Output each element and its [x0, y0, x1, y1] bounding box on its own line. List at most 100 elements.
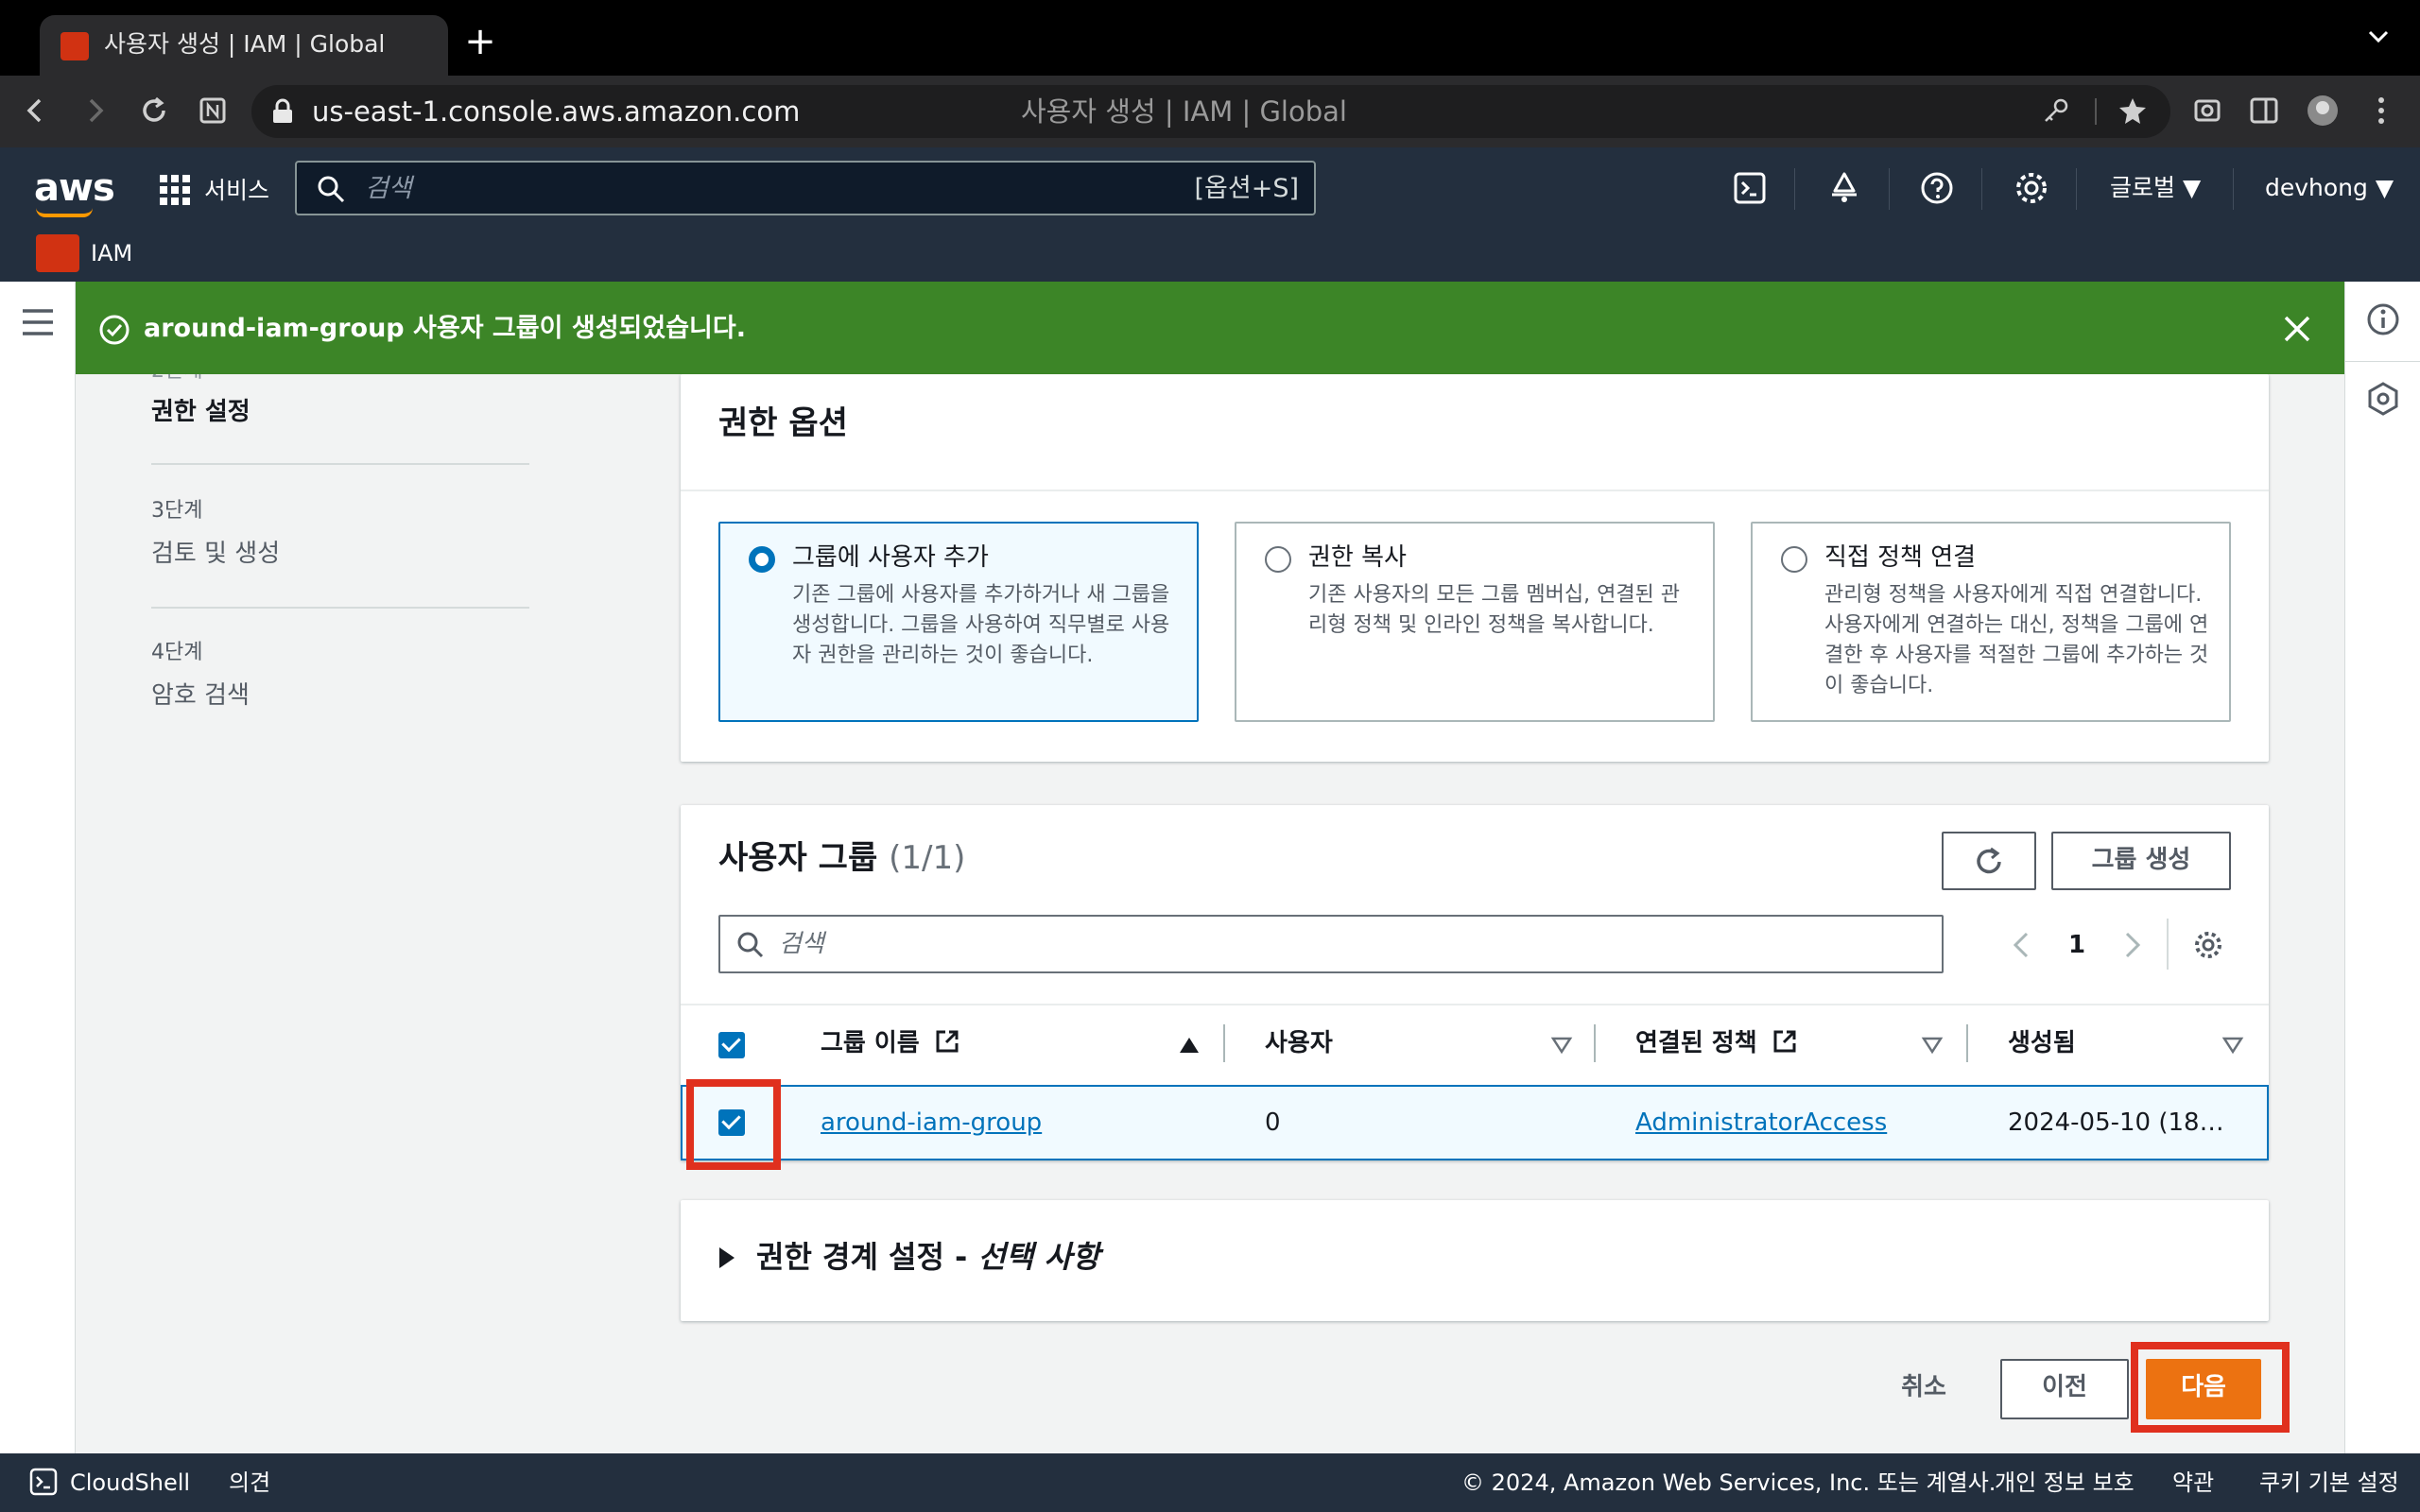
copyright-text: © 2024, Amazon Web Services, Inc. 또는 계열사…	[1461, 1469, 1996, 1496]
permission-options-title: 권한 옵션	[718, 404, 848, 442]
column-separator[interactable]	[1594, 1024, 1596, 1062]
help-question-icon[interactable]	[1915, 166, 1959, 210]
option-attach-policies-title: 직접 정책 연결	[1824, 543, 1977, 572]
radio-add-to-group[interactable]	[749, 546, 775, 573]
cancel-button[interactable]: 취소	[1872, 1361, 1976, 1418]
radio-attach-policies[interactable]	[1781, 546, 1807, 573]
side-panel-icon[interactable]	[2240, 87, 2288, 134]
sort-icon[interactable]	[2221, 1036, 2244, 1055]
panel-header-divider	[681, 490, 2269, 491]
account-menu[interactable]: devhong ▼	[2265, 168, 2394, 208]
group-users-count: 0	[1265, 1108, 1281, 1137]
permissions-boundary-panel[interactable]: 권한 경계 설정 - 선택 사항	[681, 1200, 2269, 1321]
cloudshell-icon[interactable]	[28, 1467, 59, 1497]
column-group-name[interactable]: 그룹 이름	[821, 1024, 960, 1062]
column-separator[interactable]	[1966, 1024, 1968, 1062]
notion-extension-icon[interactable]	[189, 87, 236, 134]
menu-hamburger-icon[interactable]	[19, 306, 57, 338]
settings-gear-icon[interactable]	[2010, 166, 2053, 210]
sort-ascending-icon[interactable]	[1178, 1036, 1201, 1055]
region-selector[interactable]: 글로벌 ▼	[2110, 168, 2201, 208]
profile-avatar[interactable]	[2299, 87, 2346, 134]
iam-service-link[interactable]: IAM	[91, 236, 132, 270]
group-name-link[interactable]: around-iam-group	[821, 1104, 1042, 1142]
hexagon-help-icon[interactable]	[2364, 380, 2402, 418]
success-check-icon	[99, 315, 130, 345]
success-flash-banner: around-iam-group 사용자 그룹이 생성되었습니다.	[76, 282, 2344, 374]
step-divider	[151, 463, 529, 465]
cloudshell-link[interactable]: CloudShell	[70, 1465, 190, 1501]
column-group-name-label: 그룹 이름	[821, 1029, 920, 1057]
back-arrow-icon[interactable]	[11, 87, 59, 134]
column-users[interactable]: 사용자	[1265, 1024, 1333, 1062]
flash-message: around-iam-group 사용자 그룹이 생성되었습니다.	[144, 314, 746, 343]
caret-right-icon[interactable]	[717, 1246, 737, 1270]
omnibox-divider	[2095, 98, 2097, 125]
password-key-icon[interactable]	[2036, 94, 2074, 129]
close-icon[interactable]	[2278, 310, 2316, 348]
option-attach-policies[interactable]: 직접 정책 연결 관리형 정책을 사용자에게 직접 연결합니다. 사용자에게 연…	[1751, 522, 2231, 722]
cookie-preferences-link[interactable]: 쿠키 기본 설정	[2259, 1465, 2399, 1501]
table-header-divider	[681, 1004, 2269, 1005]
services-grid-icon	[160, 175, 190, 205]
external-link-icon	[936, 1030, 959, 1053]
notifications-bell-icon[interactable]	[1823, 166, 1866, 210]
header-divider	[1981, 168, 1982, 210]
create-group-button[interactable]: 그룹 생성	[2051, 832, 2231, 890]
privacy-link[interactable]: 개인 정보 보호	[1995, 1465, 2135, 1501]
forward-arrow-icon[interactable]	[72, 87, 119, 134]
current-page-number[interactable]: 1	[2063, 926, 2091, 964]
address-bar[interactable]: us-east-1.console.aws.amazon.com 사용자 생성 …	[251, 85, 2170, 138]
url-host: us-east-1.console.aws.amazon.com	[312, 95, 801, 128]
reload-icon[interactable]	[130, 87, 178, 134]
services-label: 서비스	[204, 177, 270, 204]
table-row[interactable]: around-iam-group 0 AdministratorAccess 2…	[681, 1085, 2269, 1160]
screenshot-icon[interactable]	[2184, 87, 2231, 134]
permission-options-panel: 권한 옵션 그룹에 사용자 추가 기존 그룹에 사용자를 추가하거나 새 그룹을…	[681, 374, 2269, 762]
permissions-boundary-title[interactable]: 권한 경계 설정 - 선택 사항	[756, 1236, 1099, 1278]
column-attached-policies-label: 연결된 정책	[1635, 1029, 1757, 1057]
aws-console-header: aws 서비스 검색 [옵션+S] 글로벌 ▼ devhong ▼ IAM	[0, 147, 2420, 282]
option-copy-permissions[interactable]: 권한 복사 기존 사용자의 모든 그룹 멤버십, 연결된 관리형 정책 및 인라…	[1235, 522, 1715, 722]
previous-button[interactable]: 이전	[2000, 1359, 2129, 1419]
option-attach-policies-desc: 관리형 정책을 사용자에게 직접 연결합니다. 사용자에게 연결하는 대신, 정…	[1824, 583, 2209, 697]
new-tab-button[interactable]: +	[463, 23, 497, 60]
column-created[interactable]: 생성됨	[2008, 1024, 2076, 1062]
refresh-icon	[1977, 847, 2001, 874]
bookmark-star-icon[interactable]	[2114, 94, 2152, 129]
sort-icon[interactable]	[1921, 1036, 1944, 1055]
column-attached-policies[interactable]: 연결된 정책	[1635, 1024, 1798, 1062]
aws-logo[interactable]: aws	[34, 166, 115, 210]
step-3-label: 검토 및 생성	[151, 540, 281, 568]
tools-rail	[2344, 282, 2420, 1453]
browser-menu-icon[interactable]	[2358, 87, 2405, 134]
info-icon[interactable]	[2364, 301, 2402, 338]
external-link-icon	[1773, 1030, 1796, 1053]
step-2-label[interactable]: 권한 설정	[151, 395, 251, 429]
table-preferences-gear-icon[interactable]	[2189, 926, 2227, 964]
select-all-checkbox[interactable]	[718, 1032, 745, 1058]
permissions-boundary-title-text: 권한 경계 설정 -	[756, 1239, 978, 1275]
navigation-rail	[0, 282, 76, 1453]
step-4-number: 4단계	[151, 641, 203, 664]
group-search-input[interactable]: 검색	[718, 915, 1944, 973]
option-add-to-group[interactable]: 그룹에 사용자 추가 기존 그룹에 사용자를 추가하거나 새 그룹을 생성합니다…	[718, 522, 1199, 722]
terms-link[interactable]: 약관	[2172, 1465, 2214, 1501]
next-page-chevron-icon[interactable]	[2116, 926, 2150, 964]
highlight-next-button	[2131, 1342, 2290, 1433]
column-separator[interactable]	[1223, 1024, 1225, 1062]
iam-service-icon[interactable]	[36, 234, 79, 272]
user-groups-count: (1/1)	[889, 839, 966, 877]
option-add-to-group-title: 그룹에 사용자 추가	[792, 543, 989, 572]
console-search-input[interactable]: 검색 [옵션+S]	[295, 161, 1316, 215]
refresh-button[interactable]	[1942, 832, 2036, 890]
sort-icon[interactable]	[1550, 1036, 1573, 1055]
cloudshell-icon[interactable]	[1728, 166, 1772, 210]
browser-tab[interactable]: 사용자 생성 | IAM | Global	[40, 15, 448, 76]
prev-page-chevron-icon[interactable]	[2004, 926, 2038, 964]
header-divider	[2233, 168, 2234, 210]
tab-search-chevron-icon[interactable]	[2360, 23, 2397, 57]
feedback-link[interactable]: 의견	[229, 1465, 270, 1501]
radio-copy-permissions[interactable]	[1265, 546, 1291, 573]
attached-policy-link[interactable]: AdministratorAccess	[1635, 1104, 1887, 1142]
